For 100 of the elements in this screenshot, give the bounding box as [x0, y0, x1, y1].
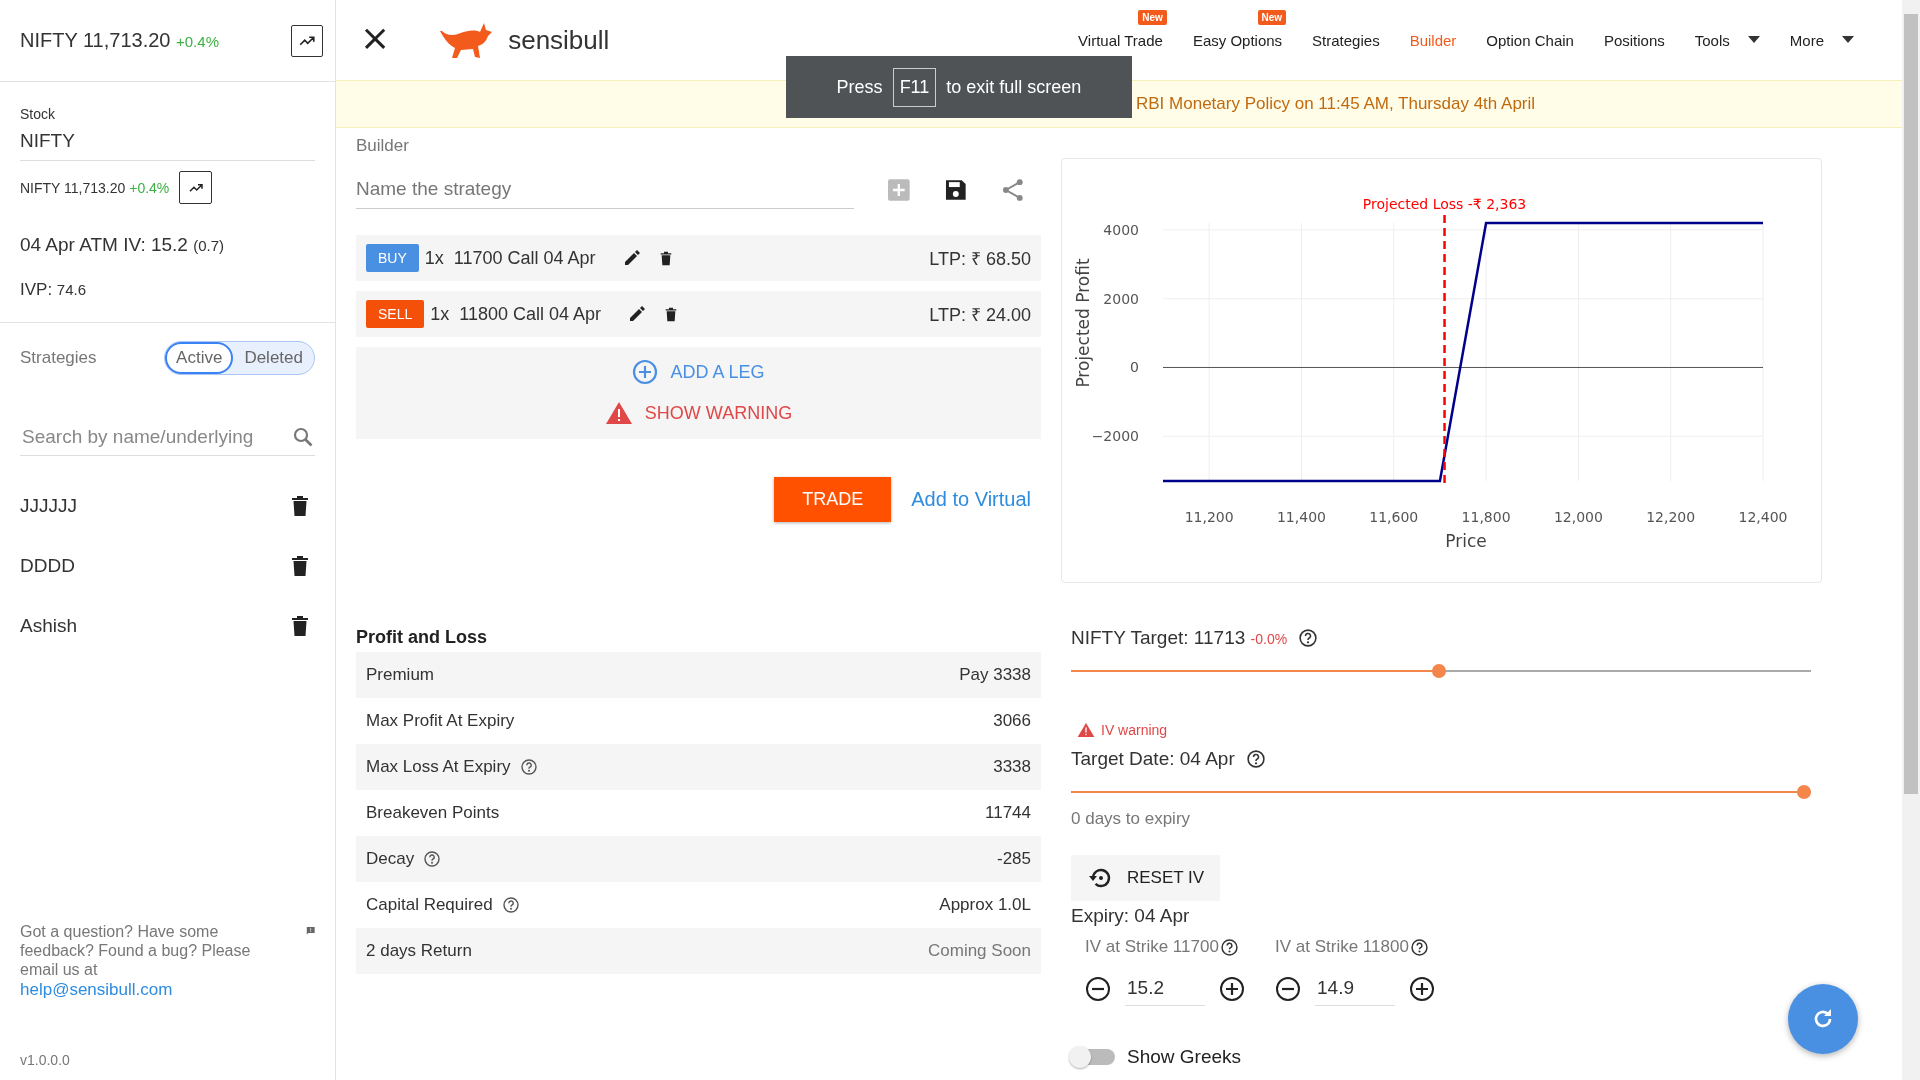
- close-button[interactable]: ×: [346, 16, 405, 64]
- metric-value: Coming Soon: [928, 941, 1031, 961]
- trash-icon[interactable]: [291, 555, 309, 577]
- leg-quantity: 1x: [424, 247, 444, 269]
- metric-label: Max Loss At Expiry: [366, 757, 511, 777]
- leg-ltp: LTP: ₹ 24.00: [929, 304, 1031, 326]
- bull-logo-icon: [438, 21, 495, 59]
- metric-value: 11744: [985, 803, 1031, 823]
- help-icon[interactable]: [1220, 938, 1238, 956]
- share-icon[interactable]: [1001, 177, 1025, 202]
- nav-link[interactable]: Option Chain: [1486, 31, 1574, 49]
- filter-option[interactable]: Active: [165, 342, 234, 374]
- metric-label: Premium: [366, 665, 434, 685]
- y-tick-label: 2000: [1103, 290, 1139, 307]
- chart-button[interactable]: [179, 171, 213, 204]
- show-warning-button[interactable]: SHOW WARNING: [596, 393, 801, 433]
- trash-icon[interactable]: [665, 306, 678, 322]
- pencil-icon[interactable]: [629, 306, 646, 322]
- email-link[interactable]: help@sensibull.com: [20, 979, 290, 1000]
- leg-contract: 11800 Call 04 Apr: [459, 303, 602, 325]
- metric-value: 3338: [993, 757, 1031, 777]
- nav-link[interactable]: Virtual Trade: [1078, 31, 1163, 49]
- strategies-label: Strategies: [20, 348, 97, 368]
- metric-label: Max Profit At Expiry: [366, 711, 515, 731]
- target-date-slider[interactable]: [1071, 785, 1811, 799]
- metric-value: 3066: [993, 711, 1031, 731]
- expiry-label: Expiry: 04 Apr: [1071, 905, 1191, 927]
- new-badge: New: [1138, 9, 1167, 25]
- filter-option[interactable]: Deleted: [233, 342, 314, 374]
- pencil-icon[interactable]: [623, 250, 640, 266]
- x-tick-label: 12,200: [1646, 509, 1696, 525]
- ivp-text: IVP: 74.6: [20, 280, 88, 300]
- x-tick-label: 11,400: [1276, 509, 1326, 525]
- stock-label: Stock: [20, 106, 56, 122]
- save-icon[interactable]: [943, 177, 968, 202]
- key-label: F11: [892, 67, 937, 107]
- help-icon[interactable]: [1246, 750, 1265, 768]
- metric-value: Approx 1.0L: [939, 895, 1031, 915]
- x-tick-label: 12,400: [1738, 509, 1788, 525]
- minus-icon[interactable]: [1085, 975, 1111, 1002]
- x-tick-label: 11,800: [1461, 509, 1511, 525]
- plus-circle-icon: [632, 359, 659, 385]
- version-text: v1.0.0.0: [19, 1051, 71, 1070]
- search-icon: [291, 425, 315, 449]
- caret-icon[interactable]: [1747, 36, 1760, 44]
- new-badge: New: [1257, 9, 1287, 25]
- x-tick-label: 11,600: [1369, 509, 1419, 525]
- strategy-name[interactable]: Ashish: [20, 615, 78, 637]
- refresh-button[interactable]: [1788, 984, 1858, 1054]
- plus-icon[interactable]: [1409, 975, 1435, 1002]
- warning-icon: [1077, 722, 1095, 738]
- help-icon[interactable]: [424, 851, 441, 867]
- reset-iv-button[interactable]: RESET IV: [1071, 855, 1221, 901]
- announcement-text: RBI Monetary Policy on 11:45 AM, Thursday 4th April: [1136, 94, 1536, 114]
- plus-icon[interactable]: [1219, 975, 1245, 1002]
- trash-icon[interactable]: [659, 250, 672, 266]
- section-title: Profit and Loss: [356, 627, 488, 648]
- metric-value: Pay 3338: [959, 665, 1031, 685]
- x-tick-label: 12,000: [1553, 509, 1603, 525]
- strike-iv-label: IV at Strike 11800: [1275, 937, 1409, 957]
- strategy-name[interactable]: DDDD: [20, 555, 75, 577]
- metric-label: Decay: [366, 849, 415, 869]
- help-icon[interactable]: [1299, 629, 1318, 647]
- leg-contract: 11700 Call 04 Apr: [453, 247, 596, 269]
- minus-icon[interactable]: [1275, 975, 1301, 1002]
- strategy-name[interactable]: JJJJJJ: [20, 495, 77, 517]
- trash-icon[interactable]: [291, 615, 309, 637]
- trash-icon[interactable]: [291, 495, 309, 517]
- greeks-switch[interactable]: [1071, 1049, 1115, 1065]
- warning-icon: [604, 401, 633, 425]
- index-quote: NIFTY 11,713.20 +0.4%: [20, 179, 170, 196]
- help-icon[interactable]: [520, 759, 537, 775]
- y-tick-label: 0: [1130, 359, 1139, 376]
- scrollbar[interactable]: [1902, 0, 1920, 1080]
- help-icon[interactable]: [502, 897, 519, 913]
- nav-link[interactable]: More: [1789, 31, 1824, 49]
- breadcrumb: Builder: [356, 136, 410, 156]
- toast-text: to exit full screen: [946, 76, 1082, 98]
- add-to-virtual-link[interactable]: Add to Virtual: [911, 488, 1031, 511]
- brand-name: sensibull: [508, 24, 610, 56]
- feedback-text: Got a question? Have some feedback? Found a bug? Please email us at: [20, 923, 251, 979]
- nav-link[interactable]: Strategies: [1312, 31, 1380, 49]
- nav-link[interactable]: Positions: [1603, 31, 1665, 49]
- nav-link[interactable]: Tools: [1694, 31, 1730, 49]
- help-icon[interactable]: [1410, 938, 1428, 956]
- x-tick-label: 11,200: [1184, 509, 1234, 525]
- metric-value: -285: [996, 849, 1031, 869]
- chart-button[interactable]: [291, 24, 323, 57]
- y-axis-title: Projected Profit: [1073, 258, 1093, 388]
- target-slider[interactable]: [1071, 664, 1811, 678]
- y-tick-label: −2000: [1091, 428, 1139, 445]
- days-to-expiry-text: 0 days to expiry: [1071, 809, 1192, 829]
- caret-icon[interactable]: [1842, 36, 1854, 44]
- target-date-label: Target Date: 04 Apr: [1071, 748, 1235, 770]
- y-tick-label: 4000: [1103, 221, 1139, 238]
- projected-loss-label: Projected Loss -₹ 2,363: [1362, 196, 1527, 212]
- nav-link[interactable]: Easy Options: [1192, 31, 1283, 49]
- show-greeks-label: Show Greeks: [1127, 1046, 1242, 1068]
- metric-label: 2 days Return: [366, 941, 472, 961]
- metric-label: Capital Required: [366, 895, 493, 915]
